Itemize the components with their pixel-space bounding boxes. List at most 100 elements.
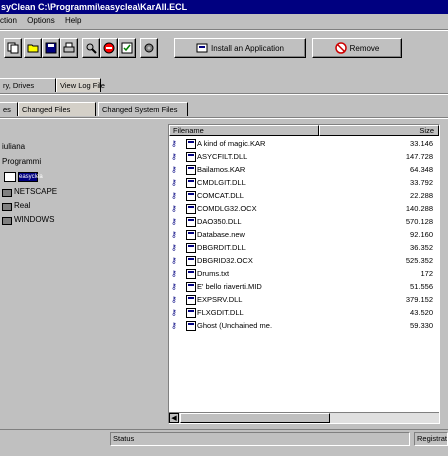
row-filename: DBGRID32.OCX: [197, 256, 253, 265]
key-icon: ⚷: [171, 256, 177, 265]
settings-button[interactable]: [140, 38, 158, 58]
file-icon: [186, 321, 196, 331]
no-entry-icon: [334, 42, 347, 54]
row-filename: EXPSRV.DLL: [197, 295, 243, 304]
menu-help[interactable]: Help: [65, 16, 81, 25]
key-icon: ⚷: [171, 308, 177, 317]
column-header-size[interactable]: Size: [319, 125, 439, 136]
file-icon: [186, 139, 196, 149]
table-row[interactable]: ⚷ FLXGDIT.DLL 43.520: [169, 307, 439, 319]
table-row[interactable]: ⚷ Drums.txt 172: [169, 268, 439, 280]
table-row[interactable]: ⚷ COMCAT.DLL 22.288: [169, 190, 439, 202]
open-button[interactable]: [24, 38, 42, 58]
menu-separator: [0, 29, 448, 31]
table-row[interactable]: ⚷ DBGRDIT.DLL 36.352: [169, 242, 439, 254]
table-row[interactable]: ⚷ Ghost (Unchained me. 59.330: [169, 320, 439, 332]
table-row[interactable]: ⚷ Database.new 92.160: [169, 229, 439, 241]
row-filename: Bailamos.KAR: [197, 165, 246, 174]
tree-item-iuliana[interactable]: iuliana: [2, 142, 25, 151]
folder-icon: [2, 217, 12, 225]
key-icon: ⚷: [171, 152, 177, 161]
key-icon: ⚷: [171, 191, 177, 200]
row-size: 22.288: [410, 191, 433, 200]
copy-button[interactable]: [4, 38, 22, 58]
table-row[interactable]: ⚷ DBGRID32.OCX 525.352: [169, 255, 439, 267]
table-row[interactable]: ⚷ DAO350.DLL 570.128: [169, 216, 439, 228]
remove-label: Remove: [349, 43, 380, 53]
table-row[interactable]: ⚷ EXPSRV.DLL 379.152: [169, 294, 439, 306]
table-row[interactable]: ⚷ COMDLG32.OCX 140.288: [169, 203, 439, 215]
row-size: 33.146: [410, 139, 433, 148]
find-button[interactable]: [82, 38, 100, 58]
row-filename: ASYCFILT.DLL: [197, 152, 248, 161]
row-size: 147.728: [405, 152, 433, 161]
folder-icon: [4, 172, 16, 182]
tab-row-bottom: es Changed Files Changed System Files: [0, 102, 448, 116]
changed-files-list[interactable]: Filename Size ⚷ A kind of magic.KAR 33.146…: [168, 124, 440, 424]
check-icon: [121, 42, 133, 54]
file-icon: [186, 243, 196, 253]
remove-button[interactable]: Remove: [312, 38, 402, 58]
horizontal-scrollbar[interactable]: ◀: [169, 412, 439, 423]
row-size: 570.128: [405, 217, 433, 226]
row-filename: FLXGDIT.DLL: [197, 308, 244, 317]
row-filename: DBGRDIT.DLL: [197, 243, 246, 252]
tab-drives[interactable]: ry, Drives: [0, 78, 56, 92]
column-header-filename[interactable]: Filename: [169, 125, 319, 136]
tab-changed-files[interactable]: Changed Files: [18, 102, 96, 116]
table-row[interactable]: ⚷ ASYCFILT.DLL 147.728: [169, 151, 439, 163]
menu-options[interactable]: Options: [27, 16, 55, 25]
row-size: 33.792: [410, 178, 433, 187]
table-row[interactable]: ⚷ Bailamos.KAR 64.348: [169, 164, 439, 176]
tree-item-easyclea-label: easyclea: [19, 174, 43, 180]
tab-files[interactable]: es: [0, 102, 18, 116]
tab-view-log-file[interactable]: View Log File: [56, 78, 105, 92]
table-row[interactable]: ⚷ CMDLGIT.DLL 33.792: [169, 177, 439, 189]
folder-icon: [2, 189, 12, 197]
row-filename: A kind of magic.KAR: [197, 139, 266, 148]
status-text: Status: [110, 432, 410, 446]
table-row[interactable]: ⚷ A kind of magic.KAR 33.146: [169, 138, 439, 150]
install-application-label: Install an Application: [211, 43, 284, 53]
file-icon: [186, 178, 196, 188]
row-size: 59.330: [410, 321, 433, 330]
row-size: 43.520: [410, 308, 433, 317]
file-icon: [186, 165, 196, 175]
row-filename: Drums.txt: [197, 269, 230, 278]
file-icon: [186, 256, 196, 266]
file-icon: [186, 295, 196, 305]
file-icon: [186, 308, 196, 318]
row-filename: E' bello riaverti.MID: [197, 282, 262, 291]
stop-icon: [103, 42, 115, 54]
menu-action[interactable]: ction: [0, 16, 17, 25]
save-icon: [45, 42, 57, 54]
save-button[interactable]: [42, 38, 60, 58]
table-row[interactable]: ⚷ E' bello riaverti.MID 51.556: [169, 281, 439, 293]
key-icon: ⚷: [171, 295, 177, 304]
key-icon: ⚷: [171, 139, 177, 148]
key-icon: ⚷: [171, 165, 177, 174]
tree-item-programmi[interactable]: Programmi: [2, 157, 41, 166]
tree-item-windows[interactable]: WINDOWS: [14, 215, 54, 224]
check-button[interactable]: [118, 38, 136, 58]
tree-item-real[interactable]: Real: [14, 201, 30, 210]
row-filename: Database.new: [197, 230, 245, 239]
file-icon: [186, 269, 196, 279]
print-button[interactable]: [60, 38, 78, 58]
file-icon: [186, 191, 196, 201]
key-icon: ⚷: [171, 178, 177, 187]
scroll-left-arrow-icon[interactable]: ◀: [169, 413, 179, 423]
row-size: 51.556: [410, 282, 433, 291]
stop-button[interactable]: [100, 38, 118, 58]
tab-changed-system-files[interactable]: Changed System Files: [98, 102, 188, 116]
scroll-thumb[interactable]: [180, 413, 330, 423]
search-icon: [86, 43, 97, 54]
row-filename: CMDLGIT.DLL: [197, 178, 246, 187]
status-bar: Status Registrat: [0, 429, 448, 448]
install-icon: [196, 43, 208, 53]
tree-item-netscape[interactable]: NETSCAPE: [14, 187, 57, 196]
install-application-button[interactable]: Install an Application: [174, 38, 306, 58]
tree-item-easyclea[interactable]: easyclea: [18, 172, 43, 182]
menu-bar: ction Options Help: [0, 14, 448, 28]
row-size: 36.352: [410, 243, 433, 252]
